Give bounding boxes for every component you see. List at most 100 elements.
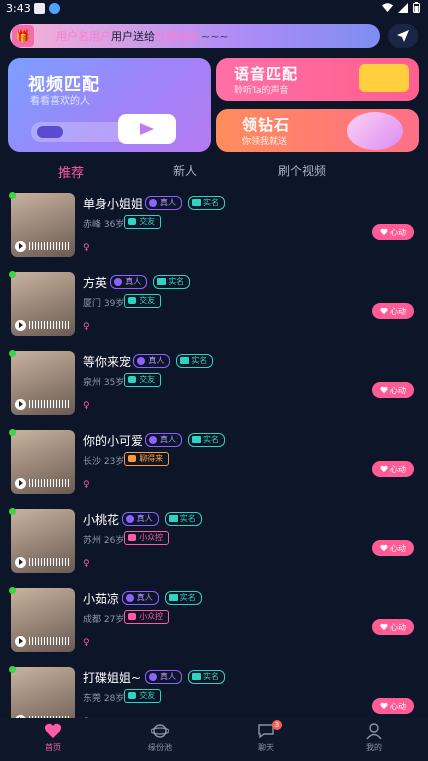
- verified-badge: 实名: [164, 512, 202, 526]
- nav-fate-pool[interactable]: 缘份池: [130, 722, 190, 753]
- paper-plane-icon: [397, 30, 409, 42]
- user-photo[interactable]: [11, 272, 75, 336]
- female-gender-icon: ♀: [83, 638, 90, 648]
- user-name: 方英: [83, 276, 108, 290]
- interest-tag: 交友: [124, 689, 162, 703]
- heart-icon: [380, 465, 388, 473]
- voice-intro-player[interactable]: [15, 556, 71, 568]
- user-list-item[interactable]: 单身小姐姐 真人 实名 赤峰 36岁 交友 ♀ 心动: [0, 192, 428, 263]
- signal-icon: [398, 2, 408, 13]
- heartbeat-button[interactable]: 心动: [372, 619, 414, 635]
- user-photo[interactable]: [11, 509, 75, 573]
- heartbeat-button[interactable]: 心动: [372, 303, 414, 319]
- voice-intro-player[interactable]: [15, 477, 71, 489]
- play-icon[interactable]: [15, 319, 26, 331]
- online-status-dot: [9, 587, 16, 594]
- voice-intro-player[interactable]: [15, 635, 71, 647]
- battery-icon: [413, 2, 420, 13]
- tab-new[interactable]: 新人: [173, 162, 197, 179]
- verified-badge: 实名: [164, 591, 202, 605]
- user-photo[interactable]: [11, 430, 75, 494]
- tab-videos[interactable]: 刷个视频: [278, 162, 326, 179]
- voice-bubble-icon: [359, 64, 409, 92]
- user-location-age: 苏州 26岁: [83, 536, 125, 546]
- heartbeat-label: 心动: [390, 464, 406, 474]
- user-list-item[interactable]: 小桃花 真人 实名 苏州 26岁 小众控 ♀ 心动: [0, 508, 428, 579]
- nav-chat-label: 聊天: [258, 743, 274, 752]
- diamond-card-title: 领钻石: [242, 116, 291, 134]
- notice-receiver: 打碟姐姐: [155, 30, 199, 43]
- female-gender-icon: ♀: [83, 480, 90, 490]
- heartbeat-button[interactable]: 心动: [372, 461, 414, 477]
- tab-recommend[interactable]: 推荐: [58, 162, 84, 181]
- user-list-item[interactable]: 小茹凉 真人 实名 成都 27岁 小众控 ♀ 心动: [0, 587, 428, 658]
- heartbeat-button[interactable]: 心动: [372, 382, 414, 398]
- nav-home[interactable]: 首页: [23, 722, 83, 753]
- heartbeat-label: 心动: [390, 701, 406, 711]
- waveform-icon: [29, 558, 71, 566]
- online-status-dot: [9, 271, 16, 278]
- female-gender-icon: ♀: [83, 322, 90, 332]
- user-photo[interactable]: [11, 193, 75, 257]
- heartbeat-button[interactable]: 心动: [372, 540, 414, 556]
- female-gender-icon: ♀: [83, 401, 90, 411]
- real-person-badge: 真人: [145, 433, 182, 447]
- voice-intro-player[interactable]: [15, 240, 71, 252]
- status-bar: 3:43: [0, 0, 428, 18]
- play-icon[interactable]: [15, 477, 26, 489]
- heartbeat-button[interactable]: 心动: [372, 698, 414, 714]
- video-match-subtitle: 看看喜欢的人: [30, 96, 90, 107]
- nav-profile[interactable]: 我的: [344, 722, 404, 753]
- heartbeat-label: 心动: [390, 543, 406, 553]
- play-icon[interactable]: [15, 398, 26, 410]
- user-photo[interactable]: [11, 351, 75, 415]
- real-person-badge: 真人: [110, 275, 148, 289]
- nav-fate-pool-label: 缘份池: [148, 743, 172, 752]
- status-time: 3:43: [6, 2, 31, 15]
- voice-match-card[interactable]: 语音匹配 聆听Ta的声音: [216, 58, 419, 101]
- verified-badge: 实名: [188, 670, 225, 684]
- nav-chat[interactable]: 3 聊天: [236, 720, 296, 753]
- status-system-icons: [382, 2, 420, 13]
- app-notification-icon: [34, 3, 45, 14]
- play-icon[interactable]: [15, 240, 26, 252]
- wifi-icon: [382, 2, 393, 12]
- real-person-badge: 真人: [121, 591, 159, 605]
- user-location-age: 长沙 23岁: [83, 457, 125, 467]
- real-person-badge: 真人: [145, 670, 182, 684]
- user-name: 单身小姐姐: [83, 197, 144, 211]
- notice-tail: ~~~: [201, 29, 229, 43]
- diamond-claim-card[interactable]: 领钻石 你领我就送: [216, 109, 419, 152]
- send-button[interactable]: [388, 24, 418, 48]
- user-list-item[interactable]: 等你来宠 真人 实名 泉州 35岁 交友 ♀ 心动: [0, 350, 428, 421]
- planet-icon: [151, 724, 169, 738]
- interest-tag: 聊得来: [124, 452, 170, 466]
- gift-notice-marquee[interactable]: 🎁 用户名用户 用户送给 打碟姐姐 ~~~: [10, 24, 380, 48]
- heart-icon: [380, 228, 388, 236]
- heart-icon: [44, 723, 62, 738]
- user-photo[interactable]: [11, 588, 75, 652]
- real-person-badge: 真人: [133, 354, 171, 368]
- gift-box-icon: 🎁: [12, 25, 34, 47]
- online-status-dot: [9, 429, 16, 436]
- heartbeat-button[interactable]: 心动: [372, 224, 414, 240]
- heart-icon: [380, 623, 388, 631]
- interest-tag: 交友: [124, 294, 162, 308]
- status-notification-icons: [34, 3, 60, 14]
- notice-sender: 用户名用户: [56, 30, 111, 43]
- app-notification-icon: [49, 3, 60, 14]
- chat-unread-badge: 3: [272, 720, 282, 730]
- user-list-item[interactable]: 方英 真人 实名 厦门 39岁 交友 ♀ 心动: [0, 271, 428, 342]
- video-match-card[interactable]: 视频匹配 看看喜欢的人: [8, 58, 211, 152]
- user-name: 等你来宠: [83, 355, 132, 369]
- user-name: 小桃花: [83, 513, 120, 527]
- user-list-item[interactable]: 你的小可爱 真人 实名 长沙 23岁 聊得来 ♀ 心动: [0, 429, 428, 500]
- play-icon[interactable]: [15, 635, 26, 647]
- female-gender-icon: ♀: [83, 243, 90, 253]
- heartbeat-label: 心动: [390, 385, 406, 395]
- play-icon[interactable]: [15, 556, 26, 568]
- voice-intro-player[interactable]: [15, 319, 71, 331]
- waveform-icon: [29, 479, 71, 487]
- voice-intro-player[interactable]: [15, 398, 71, 410]
- user-location-age: 东莞 28岁: [83, 694, 125, 704]
